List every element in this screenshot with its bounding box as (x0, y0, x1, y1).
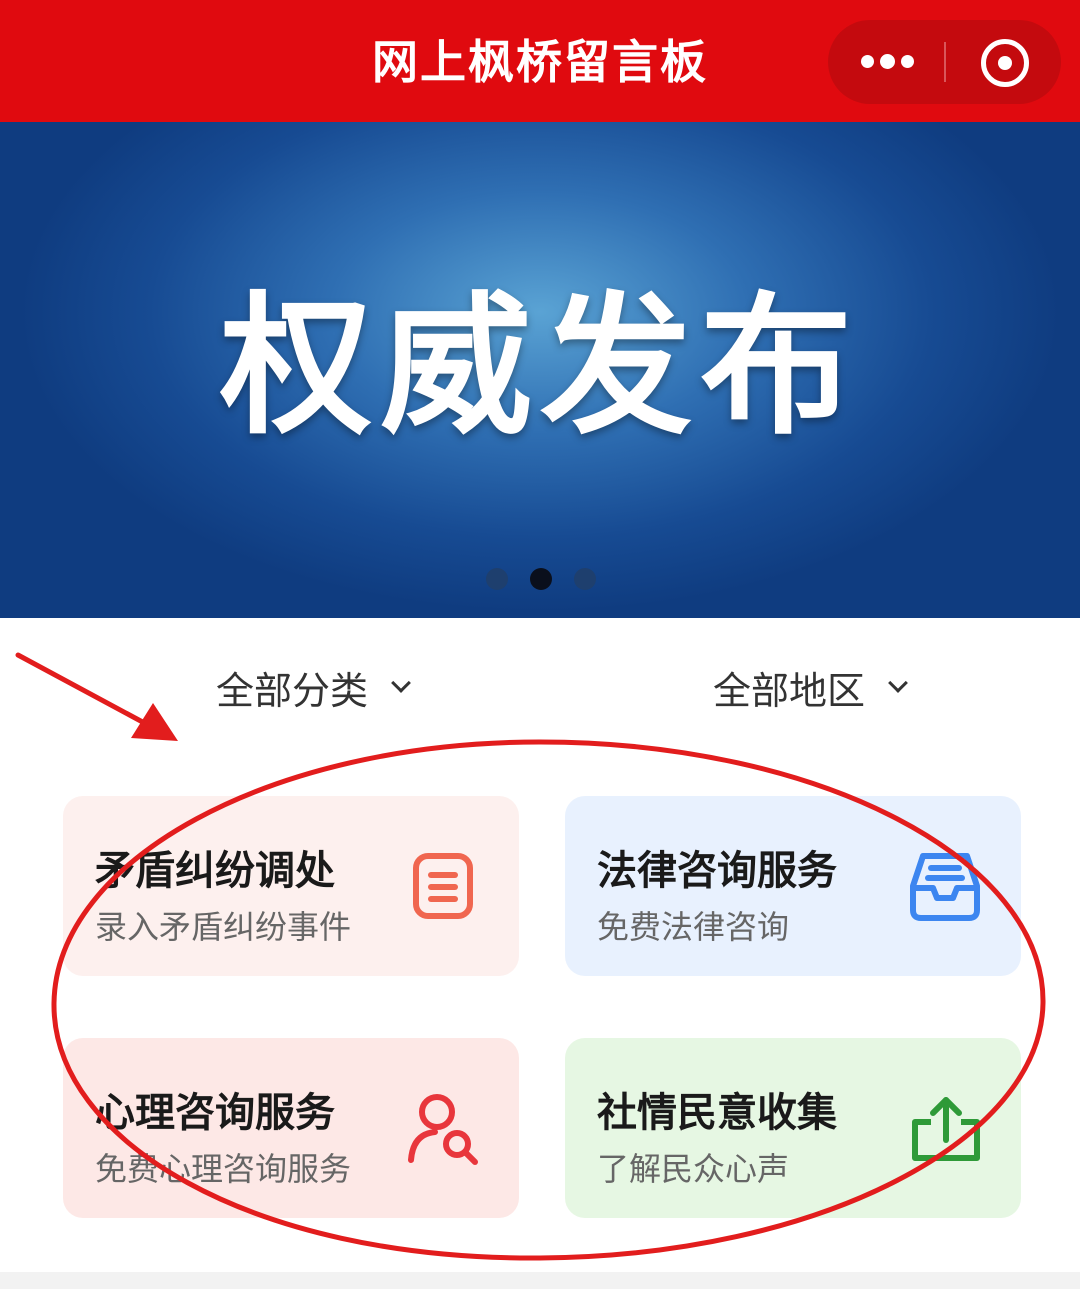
title-bar: 网上枫桥留言板 (0, 0, 1080, 122)
region-filter-label: 全部地区 (713, 668, 866, 713)
card-subtitle: 了解民众心声 (597, 1150, 790, 1188)
inbox-tray-icon (910, 853, 980, 921)
card-subtitle: 录入矛盾纠纷事件 (95, 908, 352, 946)
annotation-arrow-shaft (15, 652, 153, 729)
category-filter[interactable]: 全部分类 (216, 662, 411, 713)
service-card-public-opinion[interactable]: 社情民意收集 了解民众心声 (565, 1038, 1021, 1218)
service-card-dispute-mediation[interactable]: 矛盾纠纷调处 录入矛盾纠纷事件 (63, 796, 519, 976)
card-title: 心理咨询服务 (95, 1090, 335, 1136)
category-filter-label: 全部分类 (216, 668, 369, 713)
banner-carousel[interactable]: 权威发布 (0, 122, 1080, 618)
carousel-pager (0, 568, 1080, 592)
service-card-legal-consultation[interactable]: 法律咨询服务 免费法律咨询 (565, 796, 1021, 976)
card-subtitle: 免费法律咨询 (597, 908, 790, 946)
mini-program-capsule (828, 20, 1061, 104)
user-search-icon (408, 1094, 478, 1165)
pager-dot-active[interactable] (530, 568, 552, 590)
card-title: 社情民意收集 (597, 1090, 837, 1136)
chevron-down-icon (391, 673, 411, 693)
document-list-icon (413, 853, 473, 919)
more-button[interactable] (828, 20, 944, 104)
target-circle-icon (981, 39, 1029, 87)
bottom-divider (0, 1272, 1080, 1289)
close-button[interactable] (946, 20, 1061, 104)
service-card-psychological-counseling[interactable]: 心理咨询服务 免费心理咨询服务 (63, 1038, 519, 1218)
annotation-arrow-head (131, 703, 178, 741)
card-subtitle: 免费心理咨询服务 (95, 1150, 352, 1188)
chevron-down-icon (888, 673, 908, 693)
pager-dot[interactable] (486, 568, 508, 590)
banner-title: 权威发布 (220, 278, 860, 455)
card-title: 法律咨询服务 (597, 848, 837, 894)
card-title: 矛盾纠纷调处 (95, 848, 335, 894)
share-upload-icon (912, 1097, 980, 1161)
region-filter[interactable]: 全部地区 (713, 662, 908, 713)
pager-dot[interactable] (574, 568, 596, 590)
